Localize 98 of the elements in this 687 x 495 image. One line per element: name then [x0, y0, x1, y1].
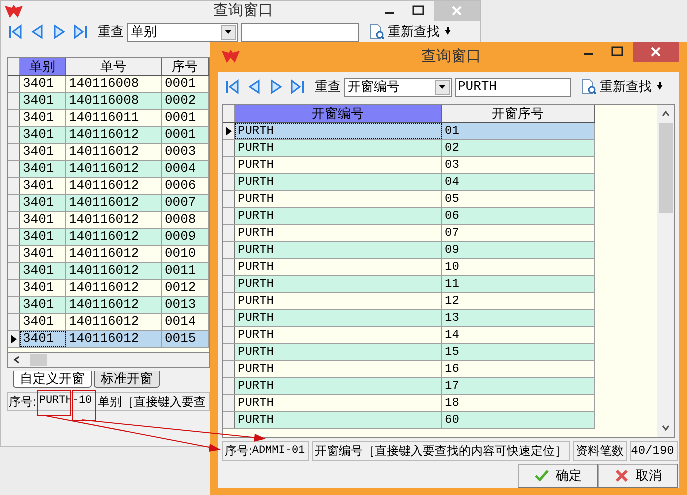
table-cell[interactable]: PURTH	[235, 412, 442, 428]
previous-record-icon[interactable]	[246, 79, 262, 95]
table-cell[interactable]: 0007	[162, 195, 209, 211]
table-cell[interactable]: 02	[442, 140, 595, 156]
close-button[interactable]	[633, 42, 679, 62]
requery-button[interactable]: 重新查找	[581, 77, 652, 97]
table-cell[interactable]: 0015	[162, 331, 209, 347]
table-cell[interactable]: 140116012	[66, 331, 162, 347]
table-cell[interactable]: 0013	[162, 297, 209, 313]
caret-icon[interactable]	[225, 30, 232, 34]
first-record-icon[interactable]	[7, 24, 23, 40]
table-cell[interactable]: 06	[442, 208, 595, 224]
column-header[interactable]: 开窗编号	[235, 105, 442, 122]
table-cell[interactable]: PURTH	[235, 140, 442, 156]
table-cell[interactable]: PURTH	[235, 276, 442, 292]
status-hint: 开窗编号［直接键入要查找的内容可快速定位］	[315, 443, 568, 460]
scroll-up-icon[interactable]	[660, 109, 670, 119]
cross-icon[interactable]	[614, 468, 630, 484]
table-cell[interactable]: 0002	[162, 93, 209, 109]
status-label: 资料笔数	[576, 443, 624, 460]
table-cell[interactable]: PURTH	[235, 123, 442, 139]
horizontal-scrollbar[interactable]	[7, 353, 210, 368]
table-cell[interactable]: 60	[442, 412, 595, 428]
table-cell[interactable]: PURTH	[235, 174, 442, 190]
table-cell[interactable]: 11	[442, 276, 595, 292]
current-row-icon	[10, 334, 16, 344]
table-cell[interactable]: PURTH	[235, 208, 442, 224]
status-label: 序号:	[9, 394, 36, 410]
row-indicator[interactable]	[223, 123, 235, 139]
current-row-icon	[226, 126, 232, 136]
table-cell[interactable]: 140116008	[66, 93, 162, 109]
last-record-icon[interactable]	[290, 79, 306, 95]
table-cell[interactable]: PURTH	[235, 242, 442, 258]
table-cell[interactable]: 01	[442, 123, 595, 139]
table-cell[interactable]: 140116012	[66, 127, 162, 143]
table-cell[interactable]: 3401	[20, 161, 66, 177]
logo-icon	[5, 4, 23, 18]
table-cell[interactable]: 3401	[20, 331, 66, 347]
requery-label: 重查	[315, 78, 341, 96]
table-cell[interactable]: 3401	[20, 127, 66, 143]
table-cell[interactable]: 3401	[20, 263, 66, 279]
scroll-down-icon[interactable]	[660, 423, 670, 433]
column-header[interactable]: 单号	[66, 58, 162, 75]
grid-corner	[223, 105, 235, 122]
table-cell[interactable]: 0004	[162, 161, 209, 177]
close-icon[interactable]	[651, 47, 661, 57]
table-cell[interactable]: PURTH	[235, 344, 442, 360]
row-indicator[interactable]	[8, 331, 20, 347]
table-cell[interactable]: 13	[442, 310, 595, 326]
first-record-icon[interactable]	[224, 79, 240, 95]
table-cell[interactable]: 3401	[20, 93, 66, 109]
table-cell[interactable]: 140116012	[66, 297, 162, 313]
record-count: 40/190	[631, 443, 674, 460]
table-cell[interactable]: 140116012	[66, 195, 162, 211]
table-cell[interactable]: 09	[442, 242, 595, 258]
last-record-icon[interactable]	[73, 24, 89, 40]
table-cell[interactable]: 0009	[162, 229, 209, 245]
search-field[interactable]	[241, 22, 359, 42]
table-cell[interactable]: 3401	[20, 297, 66, 313]
search-field[interactable]: PURTH	[455, 78, 571, 96]
status-value: ADMMI-01	[252, 444, 306, 459]
tab[interactable]: 标准开窗	[94, 371, 160, 388]
status-hint: 单别［直接键入要查	[98, 394, 206, 410]
search-icon[interactable]	[369, 24, 385, 40]
scrollbar-thumb[interactable]	[30, 354, 47, 366]
field-dropdown[interactable]: 单别	[127, 22, 238, 42]
grid-corner	[8, 58, 20, 75]
table-cell[interactable]: 04	[442, 174, 595, 190]
table-cell[interactable]: 140116012	[66, 229, 162, 245]
previous-record-icon[interactable]	[29, 24, 45, 40]
dialog-button[interactable]: 取消	[598, 464, 678, 488]
table-cell[interactable]: 140116012	[66, 161, 162, 177]
column-header[interactable]: 序号	[162, 58, 209, 75]
dialog-button[interactable]: 确定	[518, 464, 598, 488]
window-title: 查询窗口	[422, 46, 482, 67]
column-header[interactable]: 开窗序号	[442, 105, 595, 122]
column-header[interactable]: 单别	[20, 58, 66, 75]
tab[interactable]: 自定义开窗	[13, 371, 92, 388]
table-cell[interactable]: PURTH	[235, 378, 442, 394]
table-cell[interactable]: PURTH	[235, 310, 442, 326]
status-label: 序号:	[225, 443, 252, 460]
logo-icon	[222, 50, 240, 64]
search-icon[interactable]	[581, 79, 597, 95]
table-cell[interactable]: 0011	[162, 263, 209, 279]
table-cell[interactable]: 15	[442, 344, 595, 360]
requery-label: 重查	[98, 23, 124, 42]
table-cell[interactable]: 17	[442, 378, 595, 394]
window-title: 查询窗口	[214, 1, 274, 22]
table-cell[interactable]: 3401	[20, 195, 66, 211]
field-dropdown[interactable]: 开窗编号	[344, 78, 452, 96]
check-icon[interactable]	[534, 468, 550, 484]
requery-button[interactable]: 重新查找	[369, 22, 440, 42]
vertical-scrollbar[interactable]	[657, 105, 674, 437]
caret-icon[interactable]	[439, 85, 446, 89]
scrollbar-thumb[interactable]	[658, 123, 672, 213]
table-cell[interactable]: 3401	[20, 229, 66, 245]
table-cell[interactable]: 0001	[162, 127, 209, 143]
table-cell[interactable]: 140116012	[66, 263, 162, 279]
